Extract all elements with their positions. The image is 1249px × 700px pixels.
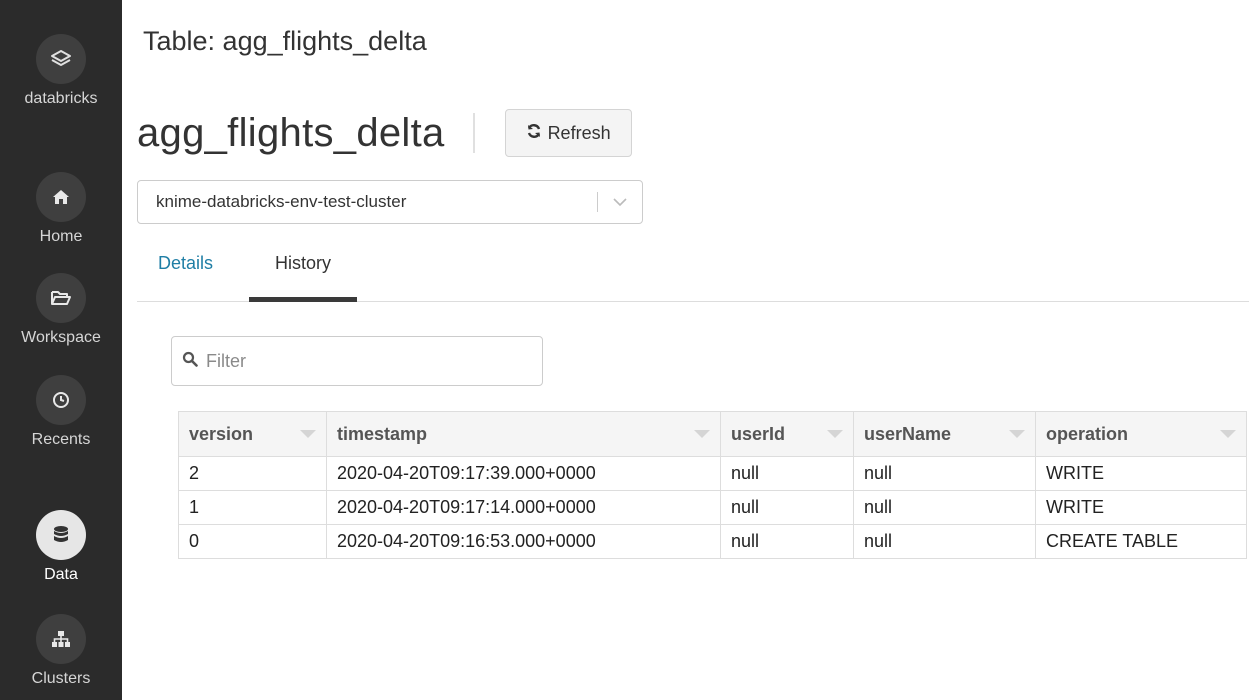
sidebar: databricks Home Workspace Recents Data C…: [0, 0, 122, 700]
column-header-label: operation: [1046, 423, 1129, 444]
cell-username: null: [853, 456, 1036, 491]
sidebar-item-label: Data: [44, 566, 78, 583]
cell-timestamp: 2020-04-20T09:16:53.000+0000: [326, 524, 721, 559]
tab-label: Details: [158, 253, 214, 273]
table-row: 1 2020-04-20T09:17:14.000+0000 null null…: [178, 490, 1247, 525]
column-header-label: version: [189, 423, 254, 444]
cell-userid: null: [720, 490, 854, 525]
cell-userid: null: [720, 524, 854, 559]
sidebar-item-label: Workspace: [21, 329, 101, 346]
cell-timestamp: 2020-04-20T09:17:14.000+0000: [326, 490, 721, 525]
table-header: agg_flights_delta Refresh: [137, 109, 632, 157]
home-icon: [36, 172, 86, 222]
refresh-button[interactable]: Refresh: [504, 109, 632, 157]
cell-version: 0: [178, 524, 327, 559]
sidebar-item-label: Recents: [31, 431, 91, 448]
refresh-icon: [526, 123, 542, 144]
filter-input[interactable]: [204, 349, 528, 373]
search-icon: [182, 351, 198, 372]
table-header-row: version timestamp userId userName operat…: [178, 411, 1247, 457]
cell-username: null: [853, 490, 1036, 525]
column-header-userid[interactable]: userId: [720, 411, 854, 457]
sort-caret-icon[interactable]: [694, 430, 710, 438]
cell-operation: WRITE: [1035, 490, 1247, 525]
column-header-username[interactable]: userName: [853, 411, 1036, 457]
column-header-label: timestamp: [337, 423, 428, 444]
sidebar-item-clusters[interactable]: Clusters: [0, 614, 122, 688]
database-icon: [36, 510, 86, 560]
table-name-heading: agg_flights_delta: [137, 110, 445, 155]
cluster-select[interactable]: knime-databricks-env-test-cluster: [137, 180, 643, 224]
tab-label: History: [274, 253, 331, 273]
sidebar-item-home[interactable]: Home: [0, 172, 122, 246]
main-content: Table: agg_flights_delta agg_flights_del…: [137, 0, 1249, 700]
sort-caret-icon[interactable]: [300, 430, 316, 438]
column-header-label: userName: [864, 423, 952, 444]
header-divider: [472, 113, 475, 153]
sidebar-item-label: Clusters: [31, 670, 91, 687]
tab-details[interactable]: Details: [158, 238, 213, 301]
cell-version: 2: [178, 456, 327, 491]
column-header-operation[interactable]: operation: [1035, 411, 1247, 457]
refresh-label: Refresh: [547, 122, 611, 143]
column-header-label: userId: [731, 423, 786, 444]
tab-bar: Details History: [137, 238, 1249, 302]
layers-icon: [36, 34, 86, 84]
cell-userid: null: [720, 456, 854, 491]
clock-icon: [36, 375, 86, 425]
sort-caret-icon[interactable]: [827, 430, 843, 438]
cell-timestamp: 2020-04-20T09:17:39.000+0000: [326, 456, 721, 491]
history-table: version timestamp userId userName operat…: [178, 411, 1247, 559]
tab-history[interactable]: History: [249, 238, 357, 302]
column-header-timestamp[interactable]: timestamp: [326, 411, 721, 457]
chevron-down-icon[interactable]: [598, 197, 642, 207]
app: databricks Home Workspace Recents Data C…: [0, 0, 1249, 700]
sitemap-icon: [36, 614, 86, 664]
sidebar-item-label: databricks: [24, 90, 98, 107]
sidebar-item-workspace[interactable]: Workspace: [0, 273, 122, 347]
cell-operation: WRITE: [1035, 456, 1247, 491]
column-header-version[interactable]: version: [178, 411, 327, 457]
sidebar-item-label: Home: [39, 228, 83, 245]
cell-version: 1: [178, 490, 327, 525]
sidebar-item-recents[interactable]: Recents: [0, 375, 122, 449]
folder-open-icon: [36, 273, 86, 323]
cell-operation: CREATE TABLE: [1035, 524, 1247, 559]
active-tab-indicator: [249, 297, 357, 302]
sidebar-item-databricks[interactable]: databricks: [0, 34, 122, 108]
page-title: Table: agg_flights_delta: [143, 26, 427, 56]
table-row: 0 2020-04-20T09:16:53.000+0000 null null…: [178, 524, 1247, 559]
sidebar-item-data[interactable]: Data: [0, 510, 122, 584]
table-row: 2 2020-04-20T09:17:39.000+0000 null null…: [178, 456, 1247, 491]
sort-caret-icon[interactable]: [1009, 430, 1025, 438]
filter-field[interactable]: [171, 336, 543, 386]
cluster-select-value: knime-databricks-env-test-cluster: [156, 192, 407, 211]
sort-caret-icon[interactable]: [1220, 430, 1236, 438]
cell-username: null: [853, 524, 1036, 559]
